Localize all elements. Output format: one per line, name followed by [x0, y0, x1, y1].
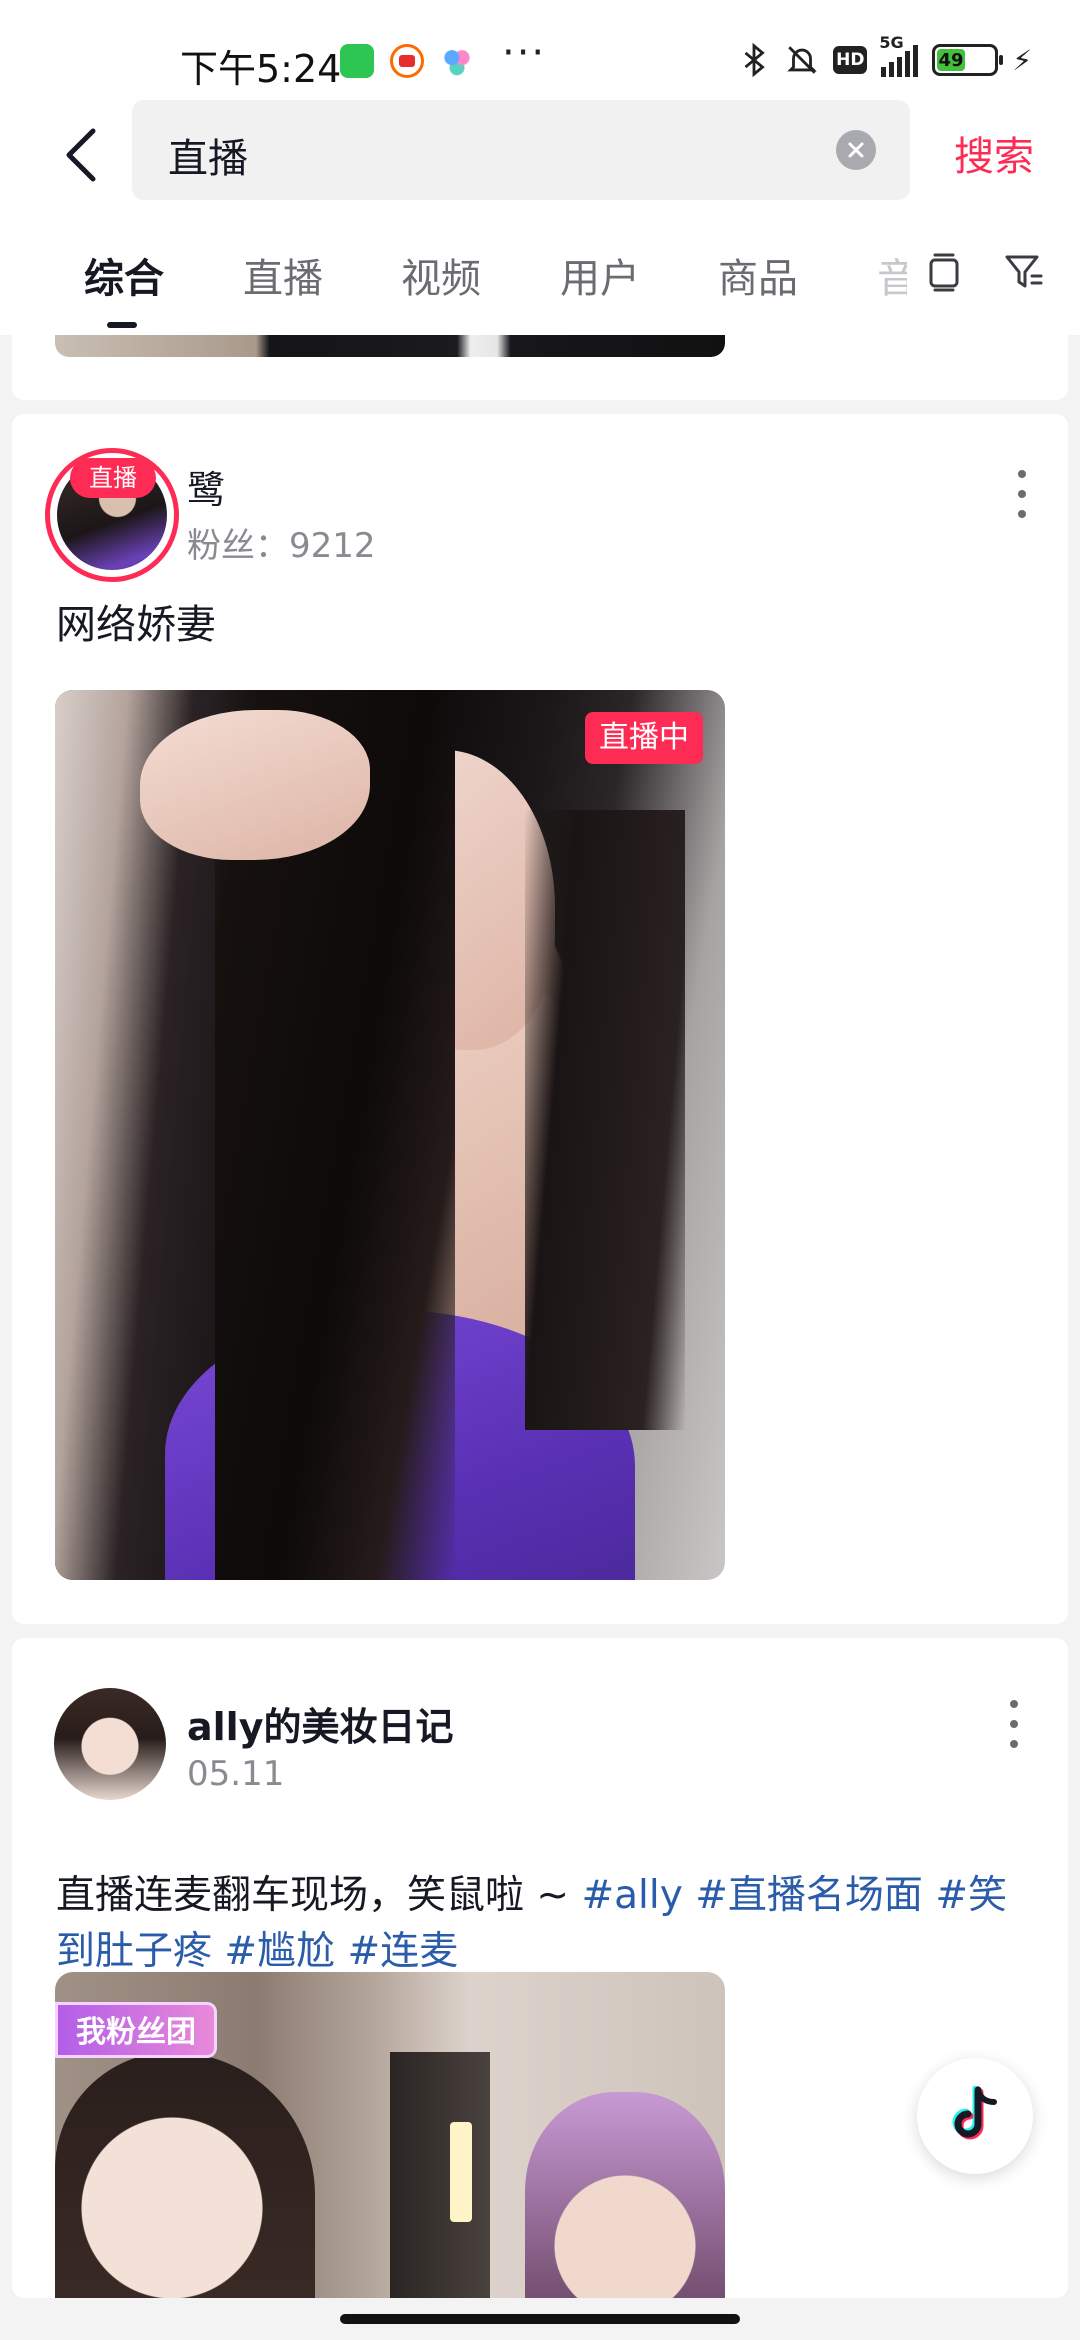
more-dot	[1018, 490, 1026, 498]
user-name[interactable]: 鹭	[187, 459, 225, 514]
more-dot	[1010, 1720, 1018, 1728]
more-options-button[interactable]	[1012, 464, 1032, 524]
post-date: 05.11	[187, 1754, 285, 1794]
tab-music[interactable]: 音	[877, 246, 907, 304]
status-bar: 下午5:24 ··· HD 5G 49 ⚡	[0, 0, 1080, 100]
more-dot	[1010, 1740, 1018, 1748]
charging-icon: ⚡	[1012, 43, 1032, 77]
status-time: 下午5:24	[180, 47, 342, 91]
search-input[interactable]: 直播	[132, 100, 910, 200]
more-dot	[1010, 1700, 1018, 1708]
tiktok-icon	[952, 2086, 997, 2140]
hashtag-link[interactable]: #ally	[581, 1873, 682, 1918]
post-caption: 网络娇妻	[56, 602, 216, 648]
signal-icon: 5G	[879, 33, 919, 77]
live-stream-cover[interactable]: 直播中	[55, 690, 725, 1580]
app-flower-notification-icon	[440, 44, 474, 78]
more-notifications-icon: ···	[502, 30, 547, 76]
hashtag-link[interactable]: #尴尬	[224, 1929, 335, 1974]
more-dot	[1018, 510, 1026, 518]
fan-club-badge: 我粉丝团	[55, 2002, 217, 2058]
wechat-notification-icon	[340, 44, 374, 78]
tab-video[interactable]: 视频	[401, 246, 481, 304]
video-thumbnail[interactable]: 我粉丝团	[55, 1972, 725, 2302]
live-result-card[interactable]: 直播 鹭 粉丝：9212 网络娇妻 直播中	[12, 414, 1068, 1624]
filter-button[interactable]	[1002, 250, 1046, 294]
search-header: 直播 搜索	[0, 100, 1080, 210]
home-indicator[interactable]	[340, 2314, 740, 2324]
tiktok-float-button[interactable]	[917, 2058, 1033, 2174]
status-icons: HD 5G 49 ⚡	[737, 33, 1032, 80]
hd-icon: HD	[833, 46, 868, 74]
battery-icon: 49	[932, 44, 1004, 76]
tab-users[interactable]: 用户	[560, 246, 640, 304]
battery-level: 49	[937, 49, 965, 71]
history-button[interactable]	[922, 250, 966, 294]
tab-comprehensive[interactable]: 综合	[84, 246, 164, 304]
more-dot	[1018, 470, 1026, 478]
search-query[interactable]: 直播	[168, 126, 248, 184]
tab-live[interactable]: 直播	[243, 246, 323, 304]
history-icon	[929, 253, 959, 292]
tab-goods[interactable]: 商品	[718, 246, 798, 304]
clear-search-button[interactable]	[836, 130, 876, 170]
bell-muted-icon	[787, 46, 818, 74]
post-caption-line-1: 直播连麦翻车现场，笑鼠啦 ~ #ally #直播名场面 #笑	[56, 1864, 1007, 1920]
hashtag-link[interactable]: #连麦	[348, 1929, 459, 1974]
post-caption-line-2: 到肚子疼 #尴尬 #连麦	[56, 1920, 458, 1976]
search-button[interactable]: 搜索	[954, 124, 1034, 182]
search-tabs: 综合 直播 视频 用户 商品 音	[0, 210, 1080, 335]
follower-count: 粉丝：9212	[187, 526, 376, 566]
filter-icon	[1005, 255, 1043, 288]
caption-text: 直播连麦翻车现场，笑鼠啦 ~	[56, 1873, 582, 1918]
video-result-card[interactable]: ally的美妆日记 05.11 直播连麦翻车现场，笑鼠啦 ~ #ally #直播…	[12, 1638, 1068, 2302]
previous-result-card[interactable]	[12, 335, 1068, 400]
chevron-left-icon	[66, 128, 96, 182]
clear-circle-icon	[848, 142, 864, 158]
live-now-badge: 直播中	[585, 712, 703, 764]
user-name[interactable]: ally的美妆日记	[187, 1696, 453, 1751]
hashtag-link[interactable]: 到肚子疼	[56, 1929, 212, 1974]
more-options-button[interactable]	[1004, 1694, 1024, 1754]
previous-result-thumbnail[interactable]	[55, 335, 725, 357]
app-58-notification-icon	[390, 44, 424, 78]
bluetooth-icon	[744, 43, 766, 77]
avatar-live-badge: 直播	[70, 458, 156, 498]
avatar[interactable]	[54, 1688, 166, 1800]
active-tab-indicator	[107, 322, 137, 328]
back-button[interactable]	[50, 120, 110, 190]
hashtag-link[interactable]: #直播名场面	[695, 1873, 923, 1918]
hashtag-link[interactable]: #笑	[935, 1873, 1007, 1918]
